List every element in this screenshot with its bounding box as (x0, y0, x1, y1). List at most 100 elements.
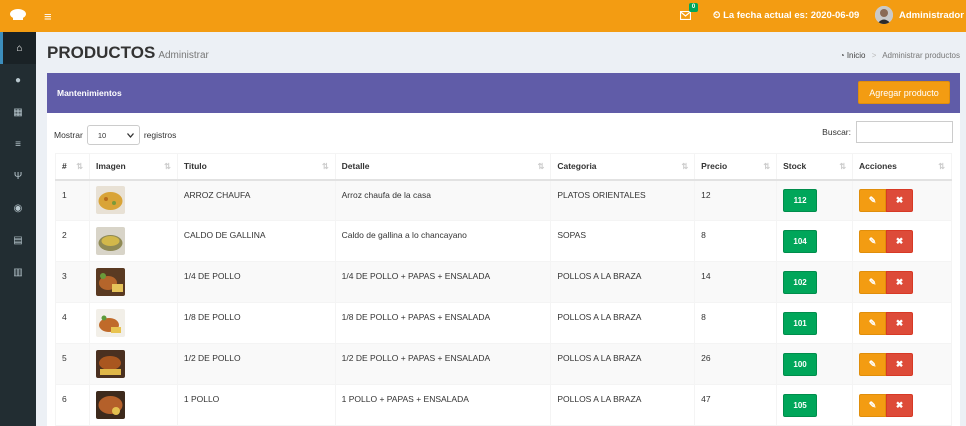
sort-icon: ⇅ (763, 162, 771, 171)
sort-icon: ⇅ (76, 162, 83, 171)
page-length-select[interactable]: 10 (86, 125, 140, 145)
user-name[interactable]: Administrador (899, 10, 964, 21)
breadcrumb-current: Administrar productos (882, 51, 960, 60)
bar-chart-icon: ▥ (13, 266, 23, 278)
sort-icon: ⇅ (537, 162, 545, 171)
product-image (95, 350, 125, 378)
breadcrumb-home[interactable]: Inicio (847, 51, 866, 60)
sort-icon: ⇅ (321, 162, 329, 171)
table-row: 2 CALDO DE GALLINA Caldo de gallina a lo… (55, 220, 952, 262)
column-header[interactable]: Imagen ⇅ (88, 153, 178, 181)
breadcrumb: ◔ Inicio > Administrar productos (839, 51, 960, 60)
current-date: ⏲ La fecha actual es: 2020-06-09 (713, 10, 860, 21)
messages-badge: 0 (689, 3, 698, 12)
stock-badge: 102 (783, 270, 818, 294)
sidebar-item-users[interactable]: ● (0, 64, 36, 96)
sidebar-item-grid[interactable]: ▦ (0, 96, 36, 128)
close-icon: ✖ (895, 194, 904, 205)
delete-button[interactable]: ✖ (886, 229, 914, 253)
sidebar: ⌂ ● ▦ ≡ Ψ ◉ ▤ ▥ (0, 32, 36, 426)
column-header[interactable]: # ⇅ (55, 153, 90, 181)
sort-icon: ⇅ (681, 162, 689, 171)
page-title: PRODUCTOS Administrar (47, 43, 209, 62)
stock-badge: 112 (783, 188, 818, 212)
stock-badge: 104 (783, 229, 818, 253)
column-header[interactable]: Categoria ⇅ (550, 153, 696, 181)
search-input[interactable] (856, 121, 953, 143)
page-subtitle: Administrar (158, 50, 209, 61)
edit-button[interactable]: ✎ (859, 270, 887, 294)
column-header[interactable]: Detalle ⇅ (334, 153, 552, 181)
pencil-icon: ✎ (868, 276, 877, 287)
sidebar-toggle-icon[interactable]: ≡ (44, 9, 52, 24)
clock-icon: ⏲ (713, 10, 721, 21)
home-icon: ⌂ (16, 42, 23, 54)
dashboard-icon: ◔ (839, 51, 845, 60)
box-title: Mantenimientos (57, 88, 122, 98)
product-image (95, 227, 125, 255)
sort-icon: ⇅ (938, 162, 945, 171)
chevron-down-icon (126, 132, 134, 138)
product-image (95, 309, 125, 337)
table-body: 1 ARROZ CHAUFA Arroz chaufa de la casa P… (55, 179, 952, 426)
box-header: Mantenimientos Agregar producto (47, 73, 960, 113)
table-row: 1 ARROZ CHAUFA Arroz chaufa de la casa P… (55, 179, 952, 221)
close-icon: ✖ (895, 235, 904, 246)
grid-icon: ▦ (13, 106, 23, 118)
calculator-icon: ▤ (13, 234, 23, 246)
delete-button[interactable]: ✖ (886, 352, 914, 376)
delete-button[interactable]: ✖ (886, 188, 914, 212)
avatar[interactable] (875, 6, 893, 24)
pencil-icon: ✎ (868, 317, 877, 328)
delete-button[interactable]: ✖ (886, 393, 914, 417)
messages-menu[interactable]: 0 (679, 3, 698, 23)
close-icon: ✖ (895, 317, 904, 328)
close-icon: ✖ (895, 276, 904, 287)
table-controls: Mostrar 10 registros Buscar: (47, 113, 960, 151)
sidebar-item-home[interactable]: ⌂ (0, 32, 36, 64)
delete-button[interactable]: ✖ (886, 270, 914, 294)
sidebar-item-products[interactable]: Ψ (0, 160, 36, 192)
sort-icon: ⇅ (164, 162, 171, 171)
chef-hat-icon (10, 9, 26, 22)
edit-button[interactable]: ✎ (859, 188, 887, 212)
column-header[interactable]: Stock ⇅ (776, 153, 854, 181)
product-image (95, 268, 125, 296)
products-table: # ⇅ Imagen ⇅ Titulo ⇅ Detalle ⇅ Categoria ⇅ P… (55, 153, 952, 426)
list-icon: ≡ (15, 138, 21, 150)
column-header[interactable]: Precio ⇅ (694, 153, 778, 181)
top-navbar: ≡ 0 ⏲ La fecha actual es: 2020-06-09 Adm… (0, 0, 966, 32)
add-product-button[interactable]: Agregar producto (858, 81, 950, 104)
edit-button[interactable]: ✎ (859, 352, 887, 376)
product-image (95, 391, 125, 419)
utensils-icon: Ψ (13, 170, 23, 182)
pencil-icon: ✎ (868, 399, 877, 410)
close-icon: ✖ (895, 399, 904, 410)
pencil-icon: ✎ (868, 235, 877, 246)
product-image (95, 186, 125, 215)
search: Buscar: (822, 121, 953, 143)
stock-badge: 101 (783, 311, 818, 335)
column-header[interactable]: Acciones ⇅ (852, 153, 952, 181)
delete-button[interactable]: ✖ (886, 311, 914, 335)
user-icon: ● (14, 74, 22, 86)
close-icon: ✖ (895, 358, 904, 369)
edit-button[interactable]: ✎ (859, 311, 887, 335)
products-box: Mantenimientos Agregar producto Mostrar … (47, 73, 960, 426)
sidebar-item-compass[interactable]: ◉ (0, 192, 36, 224)
table-header-row: # ⇅ Imagen ⇅ Titulo ⇅ Detalle ⇅ Categoria ⇅ P… (55, 153, 952, 181)
sidebar-item-list[interactable]: ≡ (0, 128, 36, 160)
pencil-icon: ✎ (868, 194, 877, 205)
envelope-icon (679, 10, 692, 21)
stock-badge: 100 (783, 352, 818, 376)
compass-icon: ◉ (13, 202, 23, 214)
sidebar-item-calculator[interactable]: ▤ (0, 224, 36, 256)
edit-button[interactable]: ✎ (859, 393, 887, 417)
sidebar-item-reports[interactable]: ▥ (0, 256, 36, 288)
logo[interactable] (0, 0, 36, 32)
column-header[interactable]: Titulo ⇅ (176, 153, 336, 181)
sort-icon: ⇅ (839, 162, 847, 171)
pencil-icon: ✎ (868, 358, 877, 369)
edit-button[interactable]: ✎ (859, 229, 887, 253)
table-row: 5 1/2 DE POLLO 1/2 DE POLLO + PAPAS + EN… (55, 343, 952, 385)
